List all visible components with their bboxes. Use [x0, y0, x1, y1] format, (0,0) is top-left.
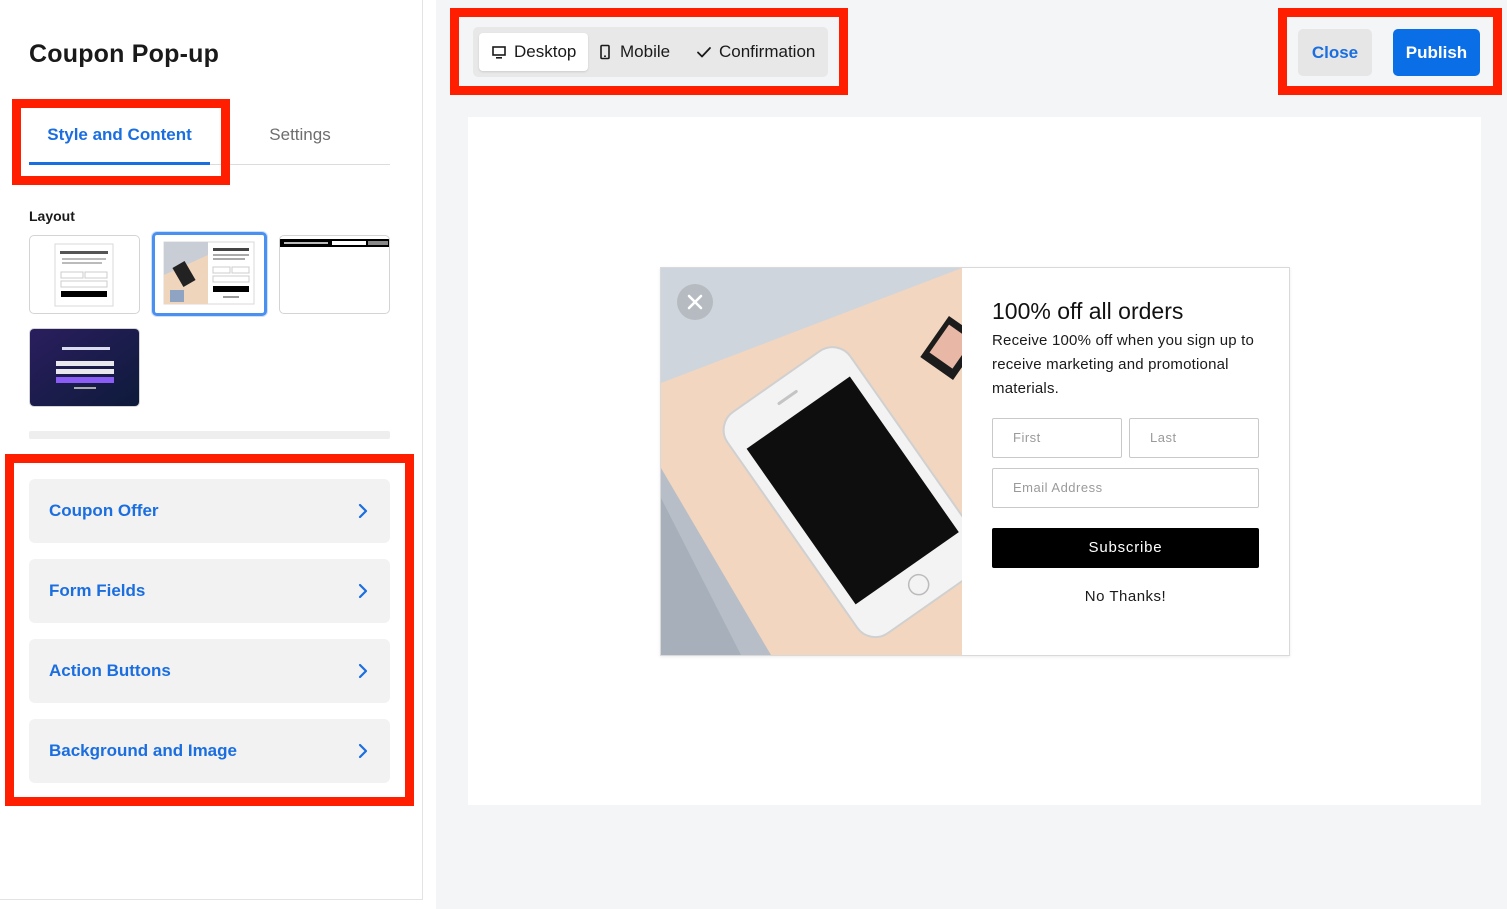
- layout-top-banner-preview: [280, 239, 389, 247]
- coupon-popup: 100% off all orders Receive 100% off whe…: [660, 267, 1290, 656]
- layout-label: Layout: [29, 208, 75, 224]
- mobile-view-label: Mobile: [620, 42, 671, 61]
- last-name-input[interactable]: Last: [1129, 418, 1259, 458]
- layout-centered-preview: [54, 243, 114, 307]
- tab-style-and-content[interactable]: Style and Content: [29, 110, 210, 165]
- desktop-view-button[interactable]: Desktop: [479, 33, 589, 71]
- popup-content: 100% off all orders Receive 100% off whe…: [992, 296, 1260, 401]
- chevron-right-icon: [358, 743, 368, 759]
- accordion-coupon-offer[interactable]: Coupon Offer: [29, 479, 390, 543]
- popup-hero-image: [661, 268, 962, 655]
- desktop-icon: [492, 46, 506, 59]
- chevron-right-icon: [358, 503, 368, 519]
- chevron-right-icon: [358, 663, 368, 679]
- layout-image-left-preview: [163, 241, 255, 305]
- close-icon: [687, 294, 703, 310]
- publish-button[interactable]: Publish: [1393, 29, 1480, 76]
- accordion-label: Coupon Offer: [49, 501, 159, 520]
- phone-desk-image: [661, 268, 962, 655]
- check-icon: [697, 47, 711, 58]
- close-button[interactable]: Close: [1298, 29, 1372, 76]
- chevron-right-icon: [358, 583, 368, 599]
- accordion-form-fields[interactable]: Form Fields: [29, 559, 390, 623]
- accordion-action-buttons[interactable]: Action Buttons: [29, 639, 390, 703]
- accordion-background-and-image[interactable]: Background and Image: [29, 719, 390, 783]
- desktop-view-label: Desktop: [514, 42, 577, 61]
- layout-option-top-banner[interactable]: [279, 235, 390, 314]
- popup-close-button[interactable]: [677, 284, 713, 320]
- editor-sidebar: Coupon Pop-up Style and Content Settings…: [0, 0, 423, 900]
- preview-area: Desktop Mobile Confirmation Close Publis…: [436, 0, 1507, 909]
- confirmation-view-label: Confirmation: [719, 42, 816, 61]
- first-name-input[interactable]: First: [992, 418, 1122, 458]
- section-divider: [29, 431, 390, 439]
- confirmation-view-button[interactable]: Confirmation: [684, 33, 827, 71]
- app-window: Coupon Pop-up Style and Content Settings…: [0, 0, 1507, 909]
- accordion-label: Form Fields: [49, 581, 146, 600]
- mobile-view-button[interactable]: Mobile: [585, 33, 682, 71]
- accordion-label: Background and Image: [49, 741, 237, 760]
- popup-description: Receive 100% off when you sign up to rec…: [992, 332, 1255, 397]
- layout-option-image-left[interactable]: [152, 232, 267, 316]
- sidebar-tabs: Style and Content Settings: [29, 110, 390, 165]
- subscribe-button[interactable]: Subscribe: [992, 528, 1259, 568]
- popup-title: 100% off all orders: [992, 298, 1184, 324]
- layout-option-dark-background[interactable]: [29, 328, 140, 407]
- layout-dark-background-preview: [30, 329, 139, 406]
- tab-settings[interactable]: Settings: [210, 110, 390, 165]
- page-title: Coupon Pop-up: [29, 40, 220, 68]
- mobile-icon: [600, 44, 610, 60]
- layout-option-centered[interactable]: [29, 235, 140, 314]
- preview-canvas: 100% off all orders Receive 100% off whe…: [468, 117, 1481, 805]
- no-thanks-link[interactable]: No Thanks!: [992, 588, 1259, 605]
- accordion-label: Action Buttons: [49, 661, 171, 680]
- email-input[interactable]: Email Address: [992, 468, 1259, 508]
- device-view-toggle: Desktop Mobile Confirmation: [473, 27, 828, 77]
